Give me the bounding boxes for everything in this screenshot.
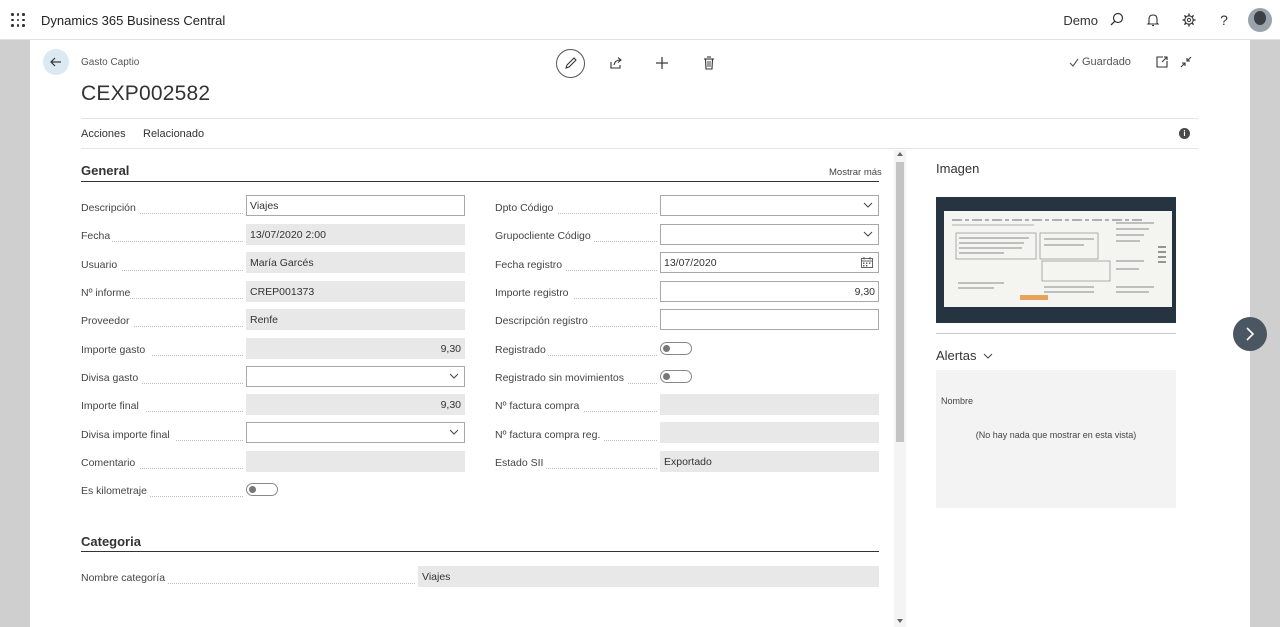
label-proveedor: Proveedor bbox=[81, 315, 130, 327]
label-registrado: Registrado bbox=[495, 344, 546, 356]
label-divisa-gasto: Divisa gasto bbox=[81, 372, 139, 384]
fecha-registro-field[interactable]: 13/07/2020 bbox=[660, 252, 879, 273]
label-es-kilometraje: Es kilometraje bbox=[81, 485, 147, 497]
pencil-icon bbox=[565, 57, 577, 69]
label-factura-compra-reg: Nº factura compra reg. bbox=[495, 429, 601, 441]
factura-compra-reg-field bbox=[660, 422, 879, 443]
share-icon[interactable] bbox=[607, 54, 625, 72]
chevron-right-icon bbox=[1246, 327, 1255, 341]
label-divisa-importe-final: Divisa importe final bbox=[81, 429, 170, 441]
label-nombre-categoria: Nombre categoría bbox=[81, 572, 166, 584]
chevron-down-icon[interactable] bbox=[983, 352, 993, 360]
scroll-down-icon[interactable] bbox=[896, 618, 904, 624]
search-icon[interactable] bbox=[1108, 11, 1126, 29]
menu-relacionado[interactable]: Relacionado bbox=[143, 128, 204, 140]
trash-icon[interactable] bbox=[700, 54, 718, 72]
registrado-toggle[interactable] bbox=[660, 342, 692, 355]
label-importe-registro: Importe registro bbox=[495, 287, 569, 299]
fecha-registro-value: 13/07/2020 bbox=[664, 257, 717, 269]
divisa-importe-final-select[interactable] bbox=[246, 422, 465, 443]
section-categoria-rule bbox=[81, 551, 879, 552]
label-fecha: Fecha bbox=[81, 230, 111, 242]
top-bar: Dynamics 365 Business Central Demo ? bbox=[0, 0, 1280, 40]
alerts-list: Nombre (No hay nada que mostrar en esta … bbox=[936, 370, 1176, 508]
chevron-down-icon bbox=[449, 429, 459, 435]
descripcion-field[interactable]: Viajes bbox=[246, 195, 465, 216]
info-icon[interactable]: i bbox=[1179, 128, 1190, 139]
label-registrado-sin-movimientos: Registrado sin movimientos bbox=[495, 372, 624, 384]
label-descripcion-registro: Descripción registro bbox=[495, 315, 588, 327]
proveedor-field: Renfe bbox=[246, 309, 465, 330]
next-record-button[interactable] bbox=[1233, 317, 1267, 351]
chevron-down-icon bbox=[449, 373, 459, 379]
label-descripcion: Descripción bbox=[81, 202, 136, 214]
show-more-link[interactable]: Mostrar más bbox=[829, 167, 882, 178]
label-dpto-codigo: Dpto Código bbox=[495, 202, 554, 214]
alerts-column-header[interactable]: Nombre bbox=[941, 396, 973, 406]
label-comentario: Comentario bbox=[81, 457, 136, 469]
label-grupocliente-codigo: Grupocliente Código bbox=[495, 230, 591, 242]
alerts-empty-message: (No hay nada que mostrar en esta vista) bbox=[975, 430, 1137, 440]
saved-status: Guardado bbox=[1082, 56, 1131, 68]
app-name: Dynamics 365 Business Central bbox=[41, 13, 226, 28]
nombre-categoria-field: Viajes bbox=[418, 566, 879, 587]
arrow-left-icon bbox=[50, 57, 61, 67]
collapse-icon[interactable] bbox=[1178, 54, 1194, 70]
scrollbar-thumb[interactable] bbox=[896, 162, 904, 442]
chevron-down-icon bbox=[863, 231, 873, 237]
company-name[interactable]: Demo bbox=[1063, 13, 1098, 28]
label-estado-sii: Estado SII bbox=[495, 457, 544, 469]
descripcion-registro-field[interactable] bbox=[660, 309, 879, 330]
left-gutter bbox=[0, 40, 30, 627]
image-pane-title: Imagen bbox=[936, 161, 980, 176]
fecha-field: 13/07/2020 2:00 bbox=[246, 224, 465, 245]
importe-registro-field[interactable]: 9,30 bbox=[660, 281, 879, 302]
usuario-field: María Garcés bbox=[246, 252, 465, 273]
svg-text:?: ? bbox=[1220, 12, 1228, 28]
chevron-down-icon bbox=[863, 202, 873, 208]
back-button[interactable] bbox=[43, 49, 69, 75]
registrado-sin-movimientos-toggle[interactable] bbox=[660, 370, 692, 383]
importe-final-field: 9,30 bbox=[246, 394, 465, 415]
open-new-window-icon[interactable] bbox=[1154, 54, 1170, 70]
label-importe-gasto: Importe gasto bbox=[81, 344, 146, 356]
edit-button[interactable] bbox=[556, 49, 585, 78]
ticket-drawing bbox=[952, 219, 1166, 300]
numero-informe-field: CREP001373 bbox=[246, 281, 465, 302]
label-importe-final: Importe final bbox=[81, 400, 139, 412]
action-menu-bar: Acciones Relacionado i bbox=[81, 118, 1198, 149]
section-general-title[interactable]: General bbox=[81, 163, 129, 178]
factura-compra-field bbox=[660, 394, 879, 415]
help-icon[interactable]: ? bbox=[1215, 11, 1233, 29]
comentario-field bbox=[246, 451, 465, 472]
alerts-pane-title[interactable]: Alertas bbox=[936, 348, 976, 363]
check-icon bbox=[1069, 58, 1079, 67]
label-numero-informe: Nº informe bbox=[81, 287, 131, 299]
plus-icon[interactable] bbox=[653, 54, 671, 72]
label-fecha-registro: Fecha registro bbox=[495, 259, 563, 271]
dpto-codigo-select[interactable] bbox=[660, 195, 879, 216]
scroll-up-icon[interactable] bbox=[896, 151, 904, 157]
label-factura-compra: Nº factura compra bbox=[495, 400, 580, 412]
gear-icon[interactable] bbox=[1180, 11, 1198, 29]
page-title: CEXP002582 bbox=[81, 82, 211, 105]
section-general-rule bbox=[81, 181, 879, 182]
menu-acciones[interactable]: Acciones bbox=[81, 128, 126, 140]
grupocliente-codigo-select[interactable] bbox=[660, 224, 879, 245]
bell-icon[interactable] bbox=[1144, 11, 1162, 29]
page-caption: Gasto Captio bbox=[81, 57, 140, 68]
receipt-image[interactable] bbox=[936, 197, 1176, 323]
avatar[interactable] bbox=[1248, 8, 1272, 32]
estado-sii-field: Exportado bbox=[660, 451, 879, 472]
expense-card: Gasto Captio CEXP002582 Guardado Accione… bbox=[30, 40, 1250, 627]
importe-gasto-field: 9,30 bbox=[246, 338, 465, 359]
label-usuario: Usuario bbox=[81, 259, 118, 271]
train-ticket-picture bbox=[944, 211, 1172, 307]
es-kilometraje-toggle[interactable] bbox=[246, 483, 278, 496]
section-categoria-title[interactable]: Categoria bbox=[81, 534, 141, 549]
app-launcher-icon[interactable] bbox=[11, 13, 25, 27]
calendar-icon[interactable] bbox=[861, 257, 873, 268]
divisa-gasto-select[interactable] bbox=[246, 366, 465, 387]
